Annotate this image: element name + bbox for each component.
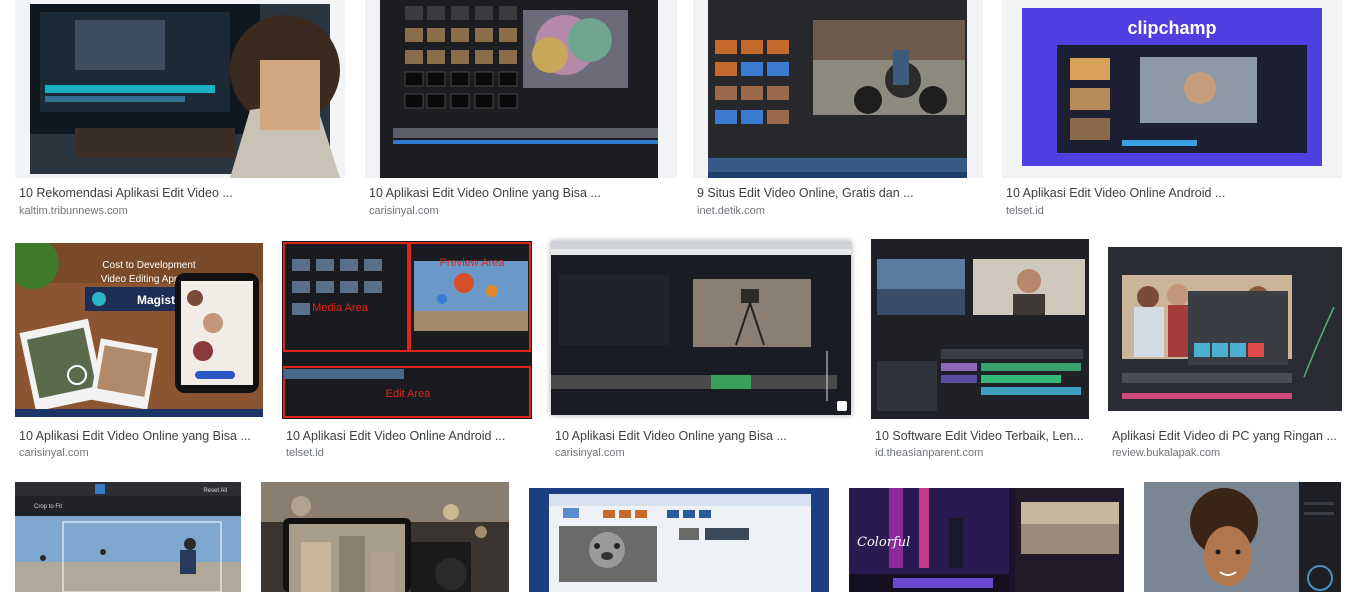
result-thumbnail[interactable] bbox=[871, 239, 1089, 419]
result-source: inet.detik.com bbox=[697, 205, 765, 217]
result-tile[interactable]: 10 Software Edit Video Terbaik, Len... i… bbox=[871, 239, 1089, 465]
result-source: telset.id bbox=[286, 447, 324, 459]
result-source: carisinyal.com bbox=[19, 447, 89, 459]
result-source: carisinyal.com bbox=[369, 205, 439, 217]
result-thumbnail[interactable] bbox=[693, 0, 983, 178]
result-tile[interactable] bbox=[261, 482, 509, 592]
result-tile[interactable] bbox=[529, 488, 829, 592]
result-title[interactable]: 10 Aplikasi Edit Video Online Android ..… bbox=[1006, 186, 1342, 200]
result-title[interactable]: 10 Software Edit Video Terbaik, Len... bbox=[875, 429, 1089, 443]
result-title[interactable]: 10 Aplikasi Edit Video Online yang Bisa … bbox=[369, 186, 677, 200]
result-tile[interactable]: 10 Rekomendasi Aplikasi Edit Video ... k… bbox=[15, 0, 345, 225]
result-thumbnail[interactable]: Preview Area Media Area Edit Area bbox=[282, 241, 532, 419]
result-title[interactable]: 9 Situs Edit Video Online, Gratis dan ..… bbox=[697, 186, 983, 200]
image-results-grid: 10 Rekomendasi Aplikasi Edit Video ... k… bbox=[0, 0, 1360, 592]
promo-headline-1: Cost to Development bbox=[102, 260, 196, 271]
result-thumbnail[interactable]: Reset All Crop to Fit bbox=[15, 482, 241, 592]
result-thumbnail[interactable] bbox=[15, 0, 345, 178]
result-tile[interactable]: Cost to Development Video Editing App li… bbox=[15, 243, 263, 465]
preview-area-label: Preview Area bbox=[440, 257, 506, 269]
result-thumbnail[interactable] bbox=[551, 241, 851, 415]
result-thumbnail[interactable]: clipchamp bbox=[1002, 0, 1342, 178]
result-title[interactable]: 10 Aplikasi Edit Video Online yang Bisa … bbox=[555, 429, 851, 443]
result-tile[interactable]: 10 Aplikasi Edit Video Online yang Bisa … bbox=[365, 0, 677, 225]
result-source: telset.id bbox=[1006, 205, 1044, 217]
result-tile[interactable]: Colorful bbox=[849, 488, 1124, 592]
edit-area-label: Edit Area bbox=[386, 388, 432, 400]
result-tile[interactable]: Reset All Crop to Fit bbox=[15, 482, 241, 592]
result-tile[interactable]: Aplikasi Edit Video di PC yang Ringan ..… bbox=[1108, 247, 1342, 465]
result-tile[interactable]: Preview Area Media Area Edit Area 10 Apl… bbox=[282, 241, 532, 465]
colorful-title: Colorful bbox=[857, 535, 910, 550]
result-tile[interactable]: 10 Aplikasi Edit Video Online yang Bisa … bbox=[551, 241, 851, 465]
result-thumbnail[interactable] bbox=[1108, 247, 1342, 411]
result-thumbnail[interactable] bbox=[261, 482, 509, 592]
result-thumbnail[interactable]: Colorful bbox=[849, 488, 1124, 592]
result-source: kaltim.tribunnews.com bbox=[19, 205, 128, 217]
result-title[interactable]: 10 Aplikasi Edit Video Online yang Bisa … bbox=[19, 429, 263, 443]
clipchamp-logo: clipchamp bbox=[1127, 18, 1216, 38]
result-tile[interactable] bbox=[1144, 482, 1341, 592]
result-tile[interactable]: 9 Situs Edit Video Online, Gratis dan ..… bbox=[693, 0, 983, 225]
result-thumbnail[interactable]: Cost to Development Video Editing App li… bbox=[15, 243, 263, 417]
result-thumbnail[interactable] bbox=[529, 488, 829, 592]
reset-all-label: Reset All bbox=[203, 488, 227, 494]
result-thumbnail[interactable] bbox=[365, 0, 677, 178]
result-tile[interactable]: clipchamp 10 Aplikasi Edit Video Online … bbox=[1002, 0, 1342, 225]
result-source: id.theasianparent.com bbox=[875, 447, 984, 459]
result-title[interactable]: 10 Rekomendasi Aplikasi Edit Video ... bbox=[19, 186, 345, 200]
crop-to-fit-label: Crop to Fit bbox=[34, 504, 62, 510]
result-source: carisinyal.com bbox=[555, 447, 625, 459]
result-source: review.bukalapak.com bbox=[1112, 447, 1221, 459]
media-area-label: Media Area bbox=[312, 302, 369, 314]
result-title[interactable]: 10 Aplikasi Edit Video Online Android ..… bbox=[286, 429, 532, 443]
result-thumbnail[interactable] bbox=[1144, 482, 1341, 592]
result-title[interactable]: Aplikasi Edit Video di PC yang Ringan ..… bbox=[1112, 429, 1342, 443]
